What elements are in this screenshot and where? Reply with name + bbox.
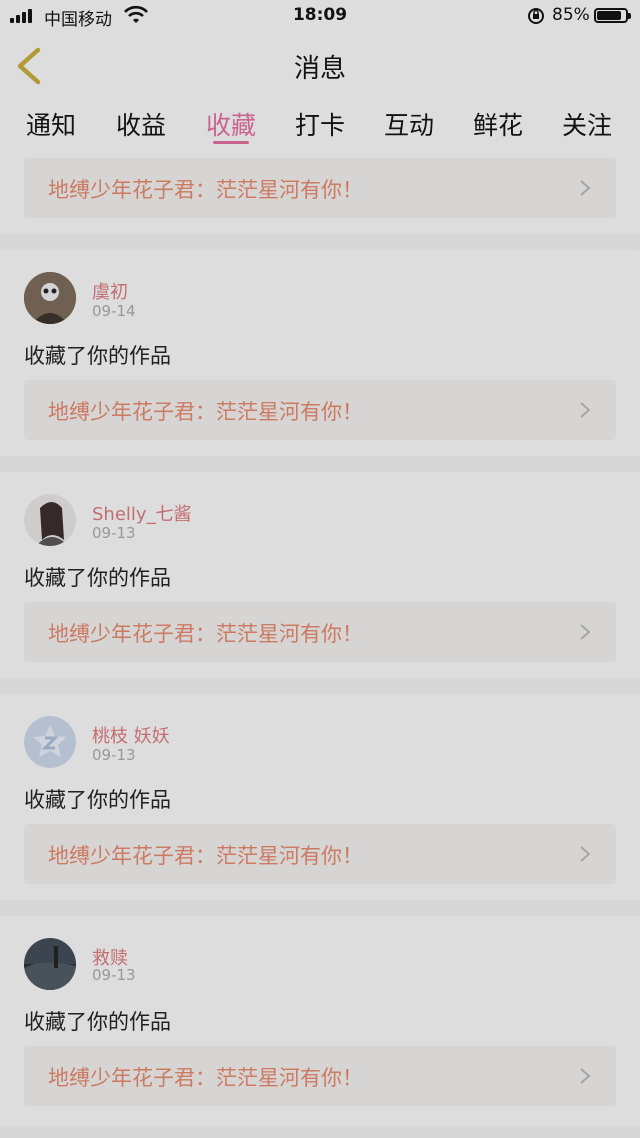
action-text: 收藏了你的作品 <box>24 1010 171 1034</box>
default-avatar-icon <box>24 716 76 768</box>
list-item: 虞初 09-14 收藏了你的作品 地缚少年花子君：茫茫星河有你！ <box>0 250 640 456</box>
chevron-right-icon <box>580 1068 591 1084</box>
date: 09-13 <box>92 966 136 984</box>
username[interactable]: Shelly_七酱 <box>92 500 192 526</box>
work-link[interactable]: 地缚少年花子君：茫茫星河有你！ <box>24 824 616 884</box>
list-item: 救赎 09-13 收藏了你的作品 地缚少年花子君：茫茫星河有你！ <box>0 916 640 1126</box>
battery-percent: 85% <box>552 5 590 25</box>
work-title: 地缚少年花子君：茫茫星河有你！ <box>48 400 363 424</box>
list-item: 桃枝 妖妖 09-13 收藏了你的作品 地缚少年花子君：茫茫星河有你！ <box>0 694 640 900</box>
avatar[interactable] <box>24 494 76 546</box>
avatar[interactable] <box>24 272 76 324</box>
tab-follow[interactable]: 关注 <box>562 106 612 142</box>
screen: 中国移动 18:09 85% 消息 通知 收益 收藏 打卡 互动 鲜花 关注 地… <box>0 0 640 1138</box>
work-title: 地缚少年花子君：茫茫星河有你！ <box>48 622 363 646</box>
work-link[interactable]: 地缚少年花子君：茫茫星河有你！ <box>24 380 616 440</box>
tab-interaction[interactable]: 互动 <box>384 106 434 142</box>
list-item: 地缚少年花子君：茫茫星河有你！ <box>0 150 640 234</box>
tab-flowers[interactable]: 鲜花 <box>473 106 523 142</box>
battery-level <box>597 11 621 20</box>
action-text: 收藏了你的作品 <box>24 788 171 812</box>
tab-notice[interactable]: 通知 <box>26 106 76 142</box>
tab-checkin[interactable]: 打卡 <box>295 106 345 142</box>
username[interactable]: 桃枝 妖妖 <box>92 722 170 748</box>
tab-income[interactable]: 收益 <box>116 106 166 142</box>
work-title: 地缚少年花子君：茫茫星河有你！ <box>48 178 363 202</box>
date: 09-14 <box>92 302 136 320</box>
avatar[interactable] <box>24 716 76 768</box>
avatar-image <box>24 938 76 990</box>
status-bar: 中国移动 18:09 85% <box>0 0 640 32</box>
list-item: Shelly_七酱 09-13 收藏了你的作品 地缚少年花子君：茫茫星河有你！ <box>0 472 640 678</box>
rotation-lock-icon <box>528 8 544 24</box>
username[interactable]: 虞初 <box>92 278 128 304</box>
tab-favorites[interactable]: 收藏 <box>206 106 256 142</box>
work-title: 地缚少年花子君：茫茫星河有你！ <box>48 1066 363 1090</box>
date: 09-13 <box>92 524 136 542</box>
action-text: 收藏了你的作品 <box>24 344 171 368</box>
work-link[interactable]: 地缚少年花子君：茫茫星河有你！ <box>24 1046 616 1106</box>
tab-bar: 通知 收益 收藏 打卡 互动 鲜花 关注 <box>0 98 640 150</box>
avatar-image <box>24 494 76 546</box>
work-title: 地缚少年花子君：茫茫星河有你！ <box>48 844 363 868</box>
page-title: 消息 <box>293 54 346 84</box>
date: 09-13 <box>92 746 136 764</box>
battery-icon <box>594 8 631 23</box>
work-link[interactable]: 地缚少年花子君：茫茫星河有你！ <box>24 158 616 218</box>
work-link[interactable]: 地缚少年花子君：茫茫星河有你！ <box>24 602 616 662</box>
avatar-image <box>24 272 76 324</box>
nav-bar: 消息 <box>0 32 640 98</box>
avatar[interactable] <box>24 938 76 990</box>
chevron-right-icon <box>580 180 591 196</box>
chevron-right-icon <box>580 846 591 862</box>
chevron-right-icon <box>580 402 591 418</box>
tab-active-indicator <box>213 141 249 144</box>
chevron-right-icon <box>580 624 591 640</box>
action-text: 收藏了你的作品 <box>24 566 171 590</box>
